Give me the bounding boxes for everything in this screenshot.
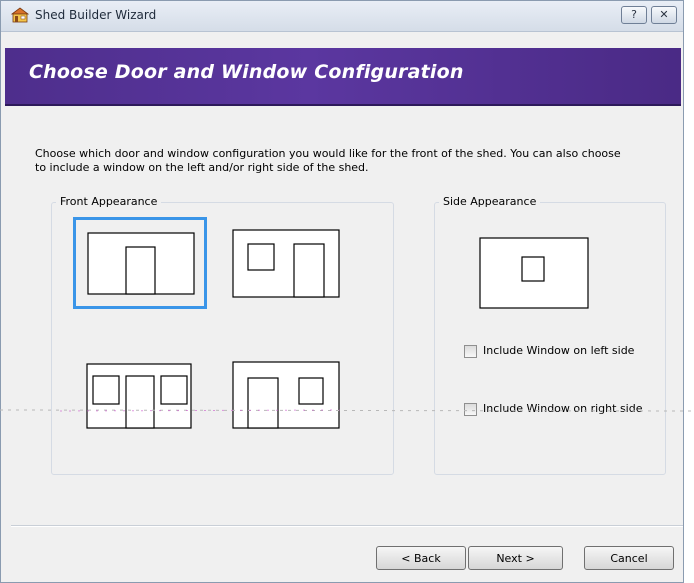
- close-button[interactable]: ✕: [651, 6, 677, 24]
- front-option-center-door[interactable]: [73, 217, 207, 309]
- include-left-window-label: Include Window on left side: [483, 344, 635, 357]
- banner-divider: [5, 104, 681, 106]
- front-option-window-door-window[interactable]: [81, 351, 197, 435]
- window-title: Shed Builder Wizard: [35, 8, 157, 22]
- window-door-diagram: [232, 229, 340, 298]
- checkbox-box[interactable]: [464, 403, 477, 416]
- door-window-diagram: [232, 361, 340, 429]
- side-view-diagram: [479, 237, 589, 309]
- front-appearance-label: Front Appearance: [56, 195, 162, 208]
- help-icon: ?: [631, 8, 637, 21]
- close-icon: ✕: [659, 8, 669, 21]
- window-door-window-diagram: [86, 363, 192, 429]
- side-appearance-label: Side Appearance: [439, 195, 541, 208]
- back-button[interactable]: < Back: [376, 546, 466, 570]
- center-door-diagram: [87, 232, 195, 295]
- help-button[interactable]: ?: [621, 6, 647, 24]
- page-title: Choose Door and Window Configuration: [29, 61, 464, 83]
- checkbox-box[interactable]: [464, 345, 477, 358]
- cancel-button[interactable]: Cancel: [584, 546, 674, 570]
- include-right-window-label: Include Window on right side: [483, 402, 643, 415]
- next-button[interactable]: Next >: [468, 546, 563, 570]
- front-option-window-door[interactable]: [227, 221, 349, 305]
- wizard-window: Shed Builder Wizard ? ✕ Choose Door and …: [0, 0, 684, 583]
- footer-divider-highlight: [11, 526, 683, 527]
- front-option-door-window[interactable]: [227, 351, 349, 435]
- title-bar: Shed Builder Wizard ? ✕: [1, 1, 683, 32]
- instructions-text: Choose which door and window configurati…: [35, 147, 621, 174]
- shed-house-icon: [11, 7, 29, 23]
